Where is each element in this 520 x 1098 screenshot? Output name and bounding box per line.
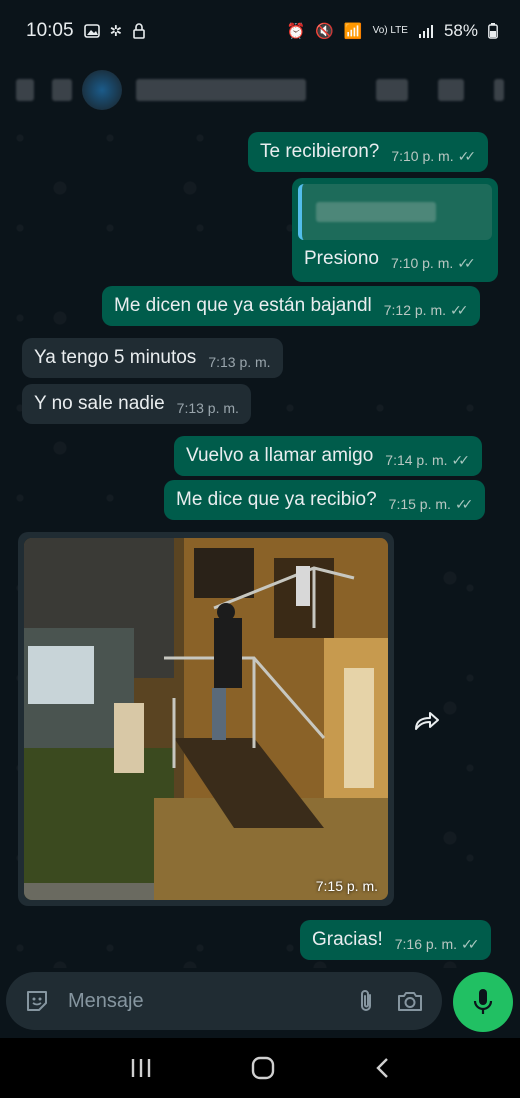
reply-message-bubble[interactable]: Presiono 7:10 p. m. ✓✓ [292, 178, 498, 282]
message-text: Y no sale nadie [34, 393, 165, 414]
read-ticks-icon: ✓✓ [450, 302, 469, 318]
menu-icon[interactable] [494, 79, 504, 101]
message-text: Me dicen que ya están bajandl [114, 295, 372, 316]
message-bubble[interactable]: Gracias! 7:16 p. m. ✓✓ [300, 920, 492, 960]
read-ticks-icon: ✓✓ [457, 148, 477, 164]
sticker-icon[interactable] [24, 988, 50, 1014]
message-bubble[interactable]: Me dice que ya recibio? 7:15 p. m. ✓✓ [164, 480, 486, 520]
mute-icon: 🔇 [315, 23, 334, 40]
status-bar: 10:05 ✲ ⏰ 🔇 📶 Vo) LTE 58% [0, 0, 520, 62]
recents-icon[interactable] [130, 1057, 152, 1079]
paperclip-icon[interactable] [358, 988, 374, 1014]
message-text: Me dice que ya recibio? [176, 489, 377, 510]
message-bubble[interactable]: Me dicen que ya están bajandl 7:12 p. m.… [102, 286, 481, 326]
photo-staircase[interactable]: 7:15 p. m. [24, 538, 388, 900]
contact-name-blurred[interactable] [136, 79, 306, 101]
message-bubble[interactable]: Te recibieron? 7:10 p. m. ✓✓ [248, 132, 489, 172]
status-notification-icons: ✲ [83, 22, 147, 40]
message-time: 7:16 p. m. [394, 936, 458, 952]
message-time: 7:15 p. m. [388, 496, 451, 512]
avatar[interactable] [82, 70, 122, 110]
back-icon[interactable] [16, 79, 34, 101]
message-time: 7:10 p. m. [391, 148, 454, 164]
message-time: 7:10 p. m. [391, 255, 454, 271]
message-text: Te recibieron? [260, 141, 380, 162]
camera-icon[interactable] [396, 989, 424, 1013]
system-nav-bar [0, 1038, 520, 1098]
message-time: 7:14 p. m. [385, 452, 448, 468]
message-time: 7:13 p. m. [208, 354, 271, 370]
video-call-icon[interactable] [376, 79, 408, 101]
message-input[interactable]: Mensaje [68, 990, 336, 1013]
mic-icon [473, 989, 493, 1014]
wifi-icon: 📶 [343, 23, 363, 40]
message-time: 7:13 p. m. [176, 400, 239, 416]
chat-area[interactable]: Te recibieron? 7:10 p. m. ✓✓ Presiono 7:1… [0, 118, 520, 968]
battery-icon [488, 23, 498, 39]
back-nav-icon[interactable] [374, 1057, 390, 1079]
message-time: 7:15 p. m. [315, 878, 378, 894]
battery-percent: 58% [443, 21, 478, 40]
forward-icon[interactable] [408, 703, 444, 739]
alarm-icon: ⏰ [286, 23, 306, 40]
voice-call-icon[interactable] [438, 79, 464, 101]
lock-icon [133, 23, 145, 39]
volte-indicator: Vo) LTE [372, 25, 408, 36]
read-ticks-icon: ✓✓ [454, 496, 474, 512]
image-message-bubble[interactable]: 7:15 p. m. [18, 532, 394, 906]
read-ticks-icon: ✓✓ [451, 452, 471, 468]
status-time: 10:05 [26, 20, 74, 41]
message-text: Presiono [304, 248, 379, 269]
message-text: Gracias! [312, 929, 383, 950]
message-input-bar[interactable]: Mensaje [6, 972, 442, 1030]
message-time: 7:12 p. m. [383, 302, 446, 318]
quoted-text-blurred [316, 202, 436, 222]
message-bubble[interactable]: Y no sale nadie 7:13 p. m. [22, 384, 251, 424]
mic-button[interactable] [453, 972, 513, 1032]
message-bubble[interactable]: Vuelvo a llamar amigo 7:14 p. m. ✓✓ [174, 436, 483, 476]
gallery-icon [83, 24, 100, 38]
message-bubble[interactable]: Ya tengo 5 minutos 7:13 p. m. [22, 338, 283, 378]
message-text: Vuelvo a llamar amigo [186, 445, 374, 466]
status-system-icons: ⏰ 🔇 📶 Vo) LTE 58% [287, 21, 498, 41]
photo-content [24, 538, 388, 900]
message-text: Ya tengo 5 minutos [34, 347, 197, 368]
read-ticks-icon: ✓✓ [457, 255, 476, 271]
chat-header[interactable] [0, 62, 520, 118]
signal-icon [418, 25, 433, 38]
quoted-message-blurred[interactable] [298, 184, 492, 240]
home-icon[interactable] [251, 1056, 275, 1080]
pinwheel-icon: ✲ [109, 23, 123, 40]
blurred-region [52, 79, 72, 101]
read-ticks-icon: ✓✓ [461, 936, 480, 952]
